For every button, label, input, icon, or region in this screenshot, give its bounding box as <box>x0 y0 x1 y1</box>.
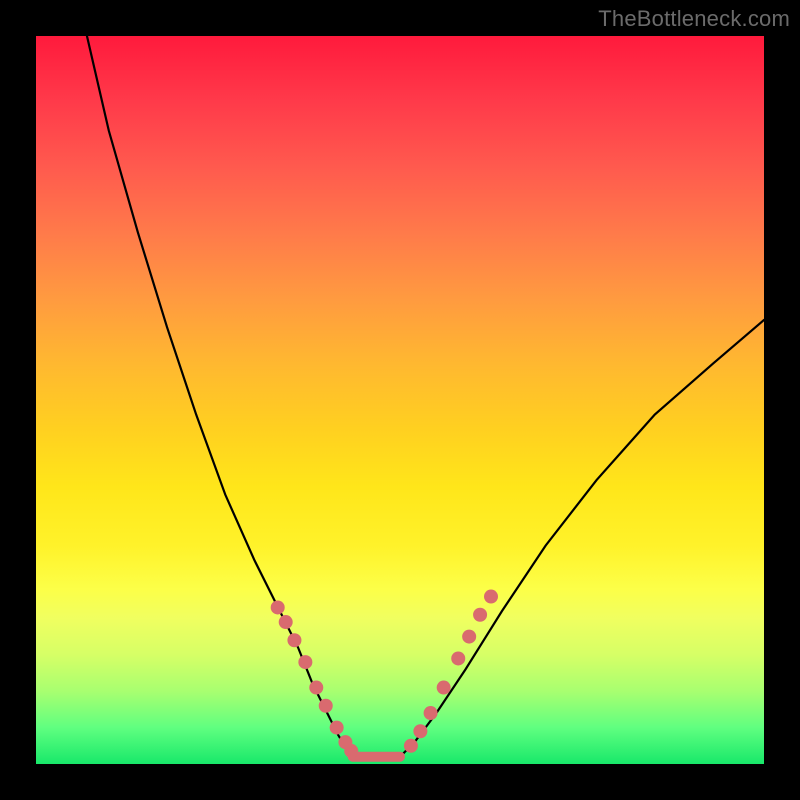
marker-dot-right <box>413 724 427 738</box>
marker-dot-right <box>424 706 438 720</box>
chart-svg <box>36 36 764 764</box>
marker-dot-left <box>287 633 301 647</box>
left-curve <box>87 36 353 757</box>
marker-dot-left <box>319 699 333 713</box>
chart-frame: TheBottleneck.com <box>0 0 800 800</box>
plot-area <box>36 36 764 764</box>
marker-dot-right <box>484 590 498 604</box>
marker-dot-right <box>404 739 418 753</box>
marker-dot-right <box>462 630 476 644</box>
svg-content <box>87 36 764 758</box>
marker-dot-left <box>330 721 344 735</box>
watermark-text: TheBottleneck.com <box>598 6 790 32</box>
marker-dot-left <box>271 600 285 614</box>
marker-dot-left <box>344 744 358 758</box>
marker-dot-right <box>437 681 451 695</box>
marker-dot-right <box>451 651 465 665</box>
marker-dot-left <box>309 681 323 695</box>
marker-dot-right <box>473 608 487 622</box>
marker-dot-left <box>298 655 312 669</box>
right-curve <box>400 320 764 757</box>
marker-dot-left <box>279 615 293 629</box>
